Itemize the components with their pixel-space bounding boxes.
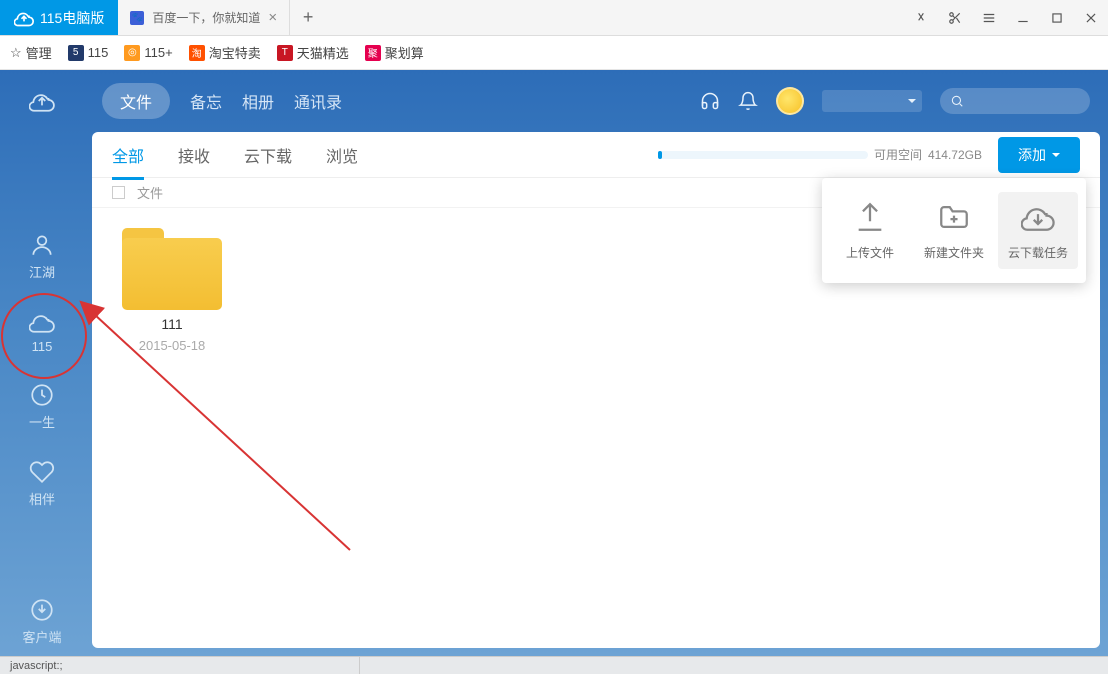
bookmark-115plus[interactable]: ◎ 115+ xyxy=(124,45,172,61)
bookmark-label: 淘宝特卖 xyxy=(209,43,261,62)
nav-contacts[interactable]: 通讯录 xyxy=(294,89,342,113)
bookmark-taobao[interactable]: 淘淘宝特卖 xyxy=(189,43,261,62)
bookmark-label: 115+ xyxy=(144,45,172,60)
sidebar-item-jianghu[interactable]: 江湖 xyxy=(29,232,55,281)
sidebar-item-xiangban[interactable]: 相伴 xyxy=(29,459,55,508)
upload-icon xyxy=(853,200,887,234)
bookmark-icon: 淘 xyxy=(189,45,205,61)
avatar[interactable] xyxy=(776,87,804,115)
popover-label: 云下载任务 xyxy=(1008,244,1068,261)
popover-upload[interactable]: 上传文件 xyxy=(830,192,910,269)
person-icon xyxy=(29,232,55,258)
sidebar: 江湖 115 一生 相伴 客户端 xyxy=(0,70,84,656)
favicon-icon: 🐾 xyxy=(130,11,144,25)
file-tabs: 全部 接收 云下载 浏览 可用空间 414.72GB 添加 xyxy=(92,132,1100,178)
space-bar xyxy=(658,151,868,159)
bookmark-115[interactable]: 5 115 xyxy=(68,45,109,61)
sidebar-label: 115 xyxy=(32,339,53,354)
bookmark-label: 聚划算 xyxy=(385,43,424,62)
cloud-icon xyxy=(14,8,34,28)
new-tab-button[interactable]: + xyxy=(290,0,326,35)
space-indicator: 可用空间 414.72GB xyxy=(658,146,982,163)
bookmark-label: 管理 xyxy=(26,43,52,62)
select-all-checkbox[interactable] xyxy=(112,186,125,199)
folder-name: 111 xyxy=(161,316,182,332)
bookmark-juhuasuan[interactable]: 聚聚划算 xyxy=(365,43,424,62)
sidebar-item-115[interactable]: 115 xyxy=(29,309,55,354)
folder-date: 2015-05-18 xyxy=(139,338,206,353)
menu-icon[interactable] xyxy=(972,0,1006,36)
sidebar-label: 相伴 xyxy=(29,489,55,508)
folder-item[interactable]: 111 2015-05-18 xyxy=(112,228,232,353)
search-input[interactable] xyxy=(940,88,1090,114)
add-button[interactable]: 添加 xyxy=(998,137,1080,173)
sidebar-label: 江湖 xyxy=(29,262,55,281)
tool1-icon[interactable] xyxy=(904,0,938,36)
clock-icon xyxy=(29,382,55,408)
bookmark-tmall[interactable]: T天猫精选 xyxy=(277,43,349,62)
add-popover: 上传文件 新建文件夹 云下载任务 xyxy=(822,178,1086,283)
search-icon xyxy=(950,94,964,108)
minimize-button[interactable] xyxy=(1006,0,1040,36)
download-icon xyxy=(29,597,55,623)
add-button-label: 添加 xyxy=(1018,145,1046,165)
bookmark-icon: T xyxy=(277,45,293,61)
bookmark-bar: ☆管理 5 115 ◎ 115+ 淘淘宝特卖 T天猫精选 聚聚划算 xyxy=(0,36,1108,70)
tab-receive[interactable]: 接收 xyxy=(178,132,210,179)
statusbar: javascript:; xyxy=(0,656,1108,674)
nav-file[interactable]: 文件 xyxy=(102,83,170,119)
sidebar-item-yisheng[interactable]: 一生 xyxy=(29,382,55,431)
new-folder-icon xyxy=(937,200,971,234)
tab-cloud-download[interactable]: 云下载 xyxy=(244,132,292,179)
scissors-icon[interactable] xyxy=(938,0,972,36)
popover-label: 上传文件 xyxy=(846,244,894,261)
status-text: javascript:; xyxy=(0,657,360,674)
heart-icon xyxy=(29,459,55,485)
bookmark-manage[interactable]: ☆管理 xyxy=(10,43,52,62)
sidebar-label: 客户端 xyxy=(22,627,61,646)
bookmark-label: 115 xyxy=(88,45,109,60)
sidebar-item-client[interactable]: 客户端 xyxy=(22,597,61,646)
space-label: 可用空间 xyxy=(874,146,922,163)
content: 文件 备忘 相册 通讯录 全部 接收 云下载 浏览 xyxy=(84,70,1108,656)
main-area: 江湖 115 一生 相伴 客户端 文件 备忘 相册 通讯录 xyxy=(0,70,1108,656)
cloud-upload-icon xyxy=(29,88,55,114)
bell-icon[interactable] xyxy=(738,91,758,111)
star-icon: ☆ xyxy=(10,45,22,61)
top-nav-right xyxy=(700,87,1090,115)
nav-album[interactable]: 相册 xyxy=(242,89,274,113)
tab-browse[interactable]: 浏览 xyxy=(326,132,358,179)
browser-tab-title: 百度一下，你就知道 xyxy=(152,9,260,26)
column-file: 文件 xyxy=(137,183,163,202)
space-value: 414.72GB xyxy=(928,148,982,162)
file-panel: 全部 接收 云下载 浏览 可用空间 414.72GB 添加 文件 xyxy=(92,132,1100,648)
popover-new-folder[interactable]: 新建文件夹 xyxy=(914,192,994,269)
window-controls xyxy=(904,0,1108,35)
bookmark-label: 天猫精选 xyxy=(297,43,349,62)
cloud-download-icon xyxy=(1021,200,1055,234)
tabs-right: 可用空间 414.72GB 添加 xyxy=(658,137,1080,173)
bookmark-icon: 聚 xyxy=(365,45,381,61)
close-button[interactable] xyxy=(1074,0,1108,36)
app-title: 115电脑版 xyxy=(40,8,104,28)
folder-icon xyxy=(122,228,222,310)
headphones-icon[interactable] xyxy=(700,91,720,111)
bookmark-icon: 5 xyxy=(68,45,84,61)
user-dropdown[interactable] xyxy=(822,90,922,112)
sidebar-upload[interactable] xyxy=(29,88,55,114)
popover-cloud-task[interactable]: 云下载任务 xyxy=(998,192,1078,269)
bookmark-icon: ◎ xyxy=(124,45,140,61)
browser-tab[interactable]: 🐾 百度一下，你就知道 × xyxy=(118,0,290,35)
nav-memo[interactable]: 备忘 xyxy=(190,89,222,113)
titlebar: 115电脑版 🐾 百度一下，你就知道 × + xyxy=(0,0,1108,36)
sidebar-label: 一生 xyxy=(29,412,55,431)
cloud-icon xyxy=(29,309,55,335)
tab-all[interactable]: 全部 xyxy=(112,132,144,179)
top-nav: 文件 备忘 相册 通讯录 xyxy=(92,80,1100,122)
app-tab[interactable]: 115电脑版 xyxy=(0,0,118,35)
maximize-button[interactable] xyxy=(1040,0,1074,36)
close-tab-icon[interactable]: × xyxy=(268,9,277,26)
popover-label: 新建文件夹 xyxy=(924,244,984,261)
